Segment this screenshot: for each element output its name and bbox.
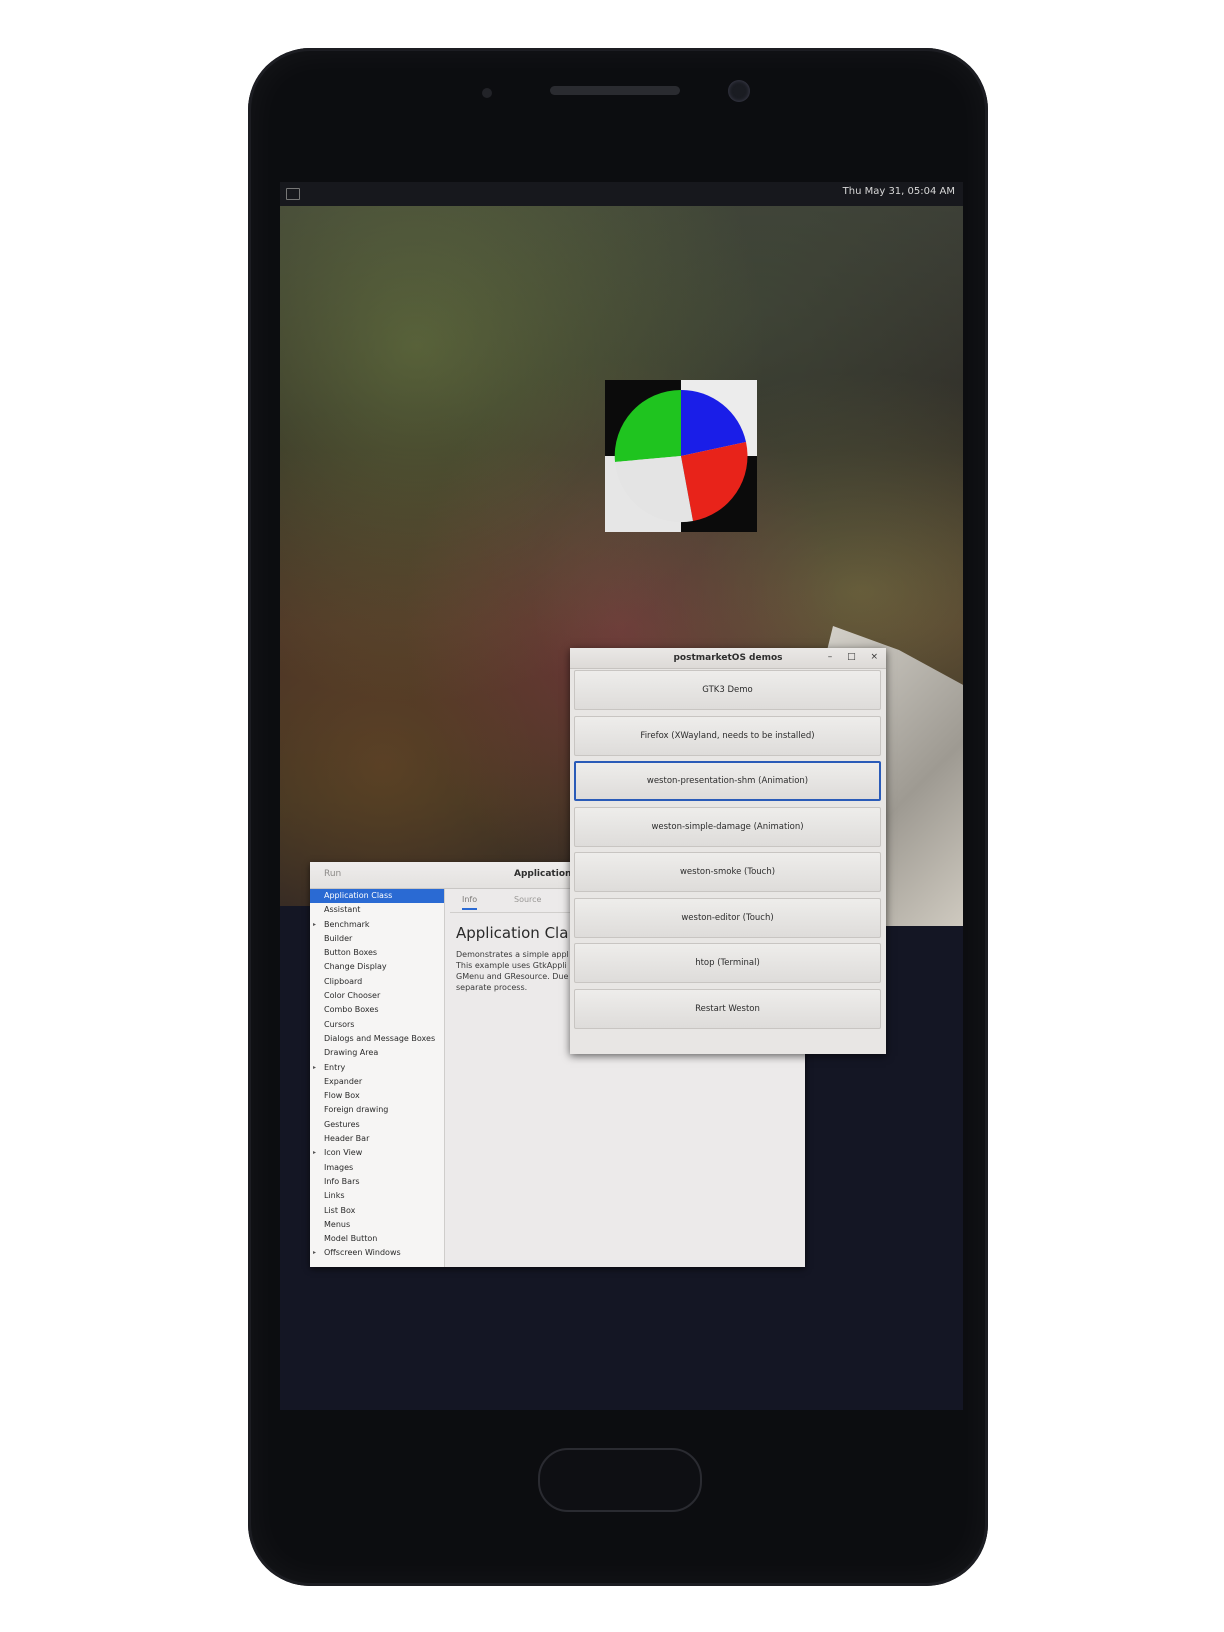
- expand-arrow-icon[interactable]: ▸: [313, 1246, 316, 1260]
- sidebar-item-label: Button Boxes: [324, 948, 378, 958]
- run-button[interactable]: Run: [324, 869, 341, 879]
- sidebar-item-label: Links: [324, 1191, 345, 1201]
- sidebar-item[interactable]: Flow Box: [310, 1089, 444, 1103]
- demo-launch-button[interactable]: htop (Terminal): [574, 943, 881, 983]
- sidebar-item[interactable]: Assistant: [310, 903, 444, 917]
- animation-window[interactable]: [605, 380, 757, 532]
- sidebar-item-label: Icon View: [324, 1148, 363, 1158]
- earpiece-speaker: [550, 86, 680, 95]
- sidebar-item[interactable]: Clipboard: [310, 975, 444, 989]
- demo-launch-button[interactable]: weston-presentation-shm (Animation): [574, 761, 881, 801]
- sidebar-item[interactable]: Gestures: [310, 1118, 444, 1132]
- sidebar-item[interactable]: Drawing Area: [310, 1046, 444, 1060]
- home-button[interactable]: [538, 1448, 702, 1512]
- launcher-icon[interactable]: [286, 188, 300, 200]
- sidebar-item-label: Info Bars: [324, 1176, 360, 1186]
- screen: Thu May 31, 05:04 AM Run Application App…: [280, 182, 963, 1410]
- gtk-window-title: Application: [514, 869, 572, 879]
- expand-arrow-icon[interactable]: ▸: [313, 1061, 316, 1075]
- demo-list-sidebar[interactable]: Application Class Assistant ▸ Benchmark Buil…: [310, 889, 445, 1267]
- sidebar-item[interactable]: Combo Boxes: [310, 1003, 444, 1017]
- sidebar-item-label: Change Display: [324, 962, 387, 972]
- sidebar-item[interactable]: Info Bars: [310, 1175, 444, 1189]
- sidebar-item[interactable]: Foreign drawing: [310, 1103, 444, 1117]
- demo-launch-button[interactable]: weston-editor (Touch): [574, 897, 881, 938]
- status-bar: Thu May 31, 05:04 AM: [280, 182, 963, 206]
- sidebar-item-label: Expander: [324, 1076, 363, 1086]
- sidebar-item[interactable]: Links: [310, 1189, 444, 1203]
- sidebar-item[interactable]: ▸ Entry: [310, 1061, 444, 1075]
- sidebar-item[interactable]: Builder: [310, 932, 444, 946]
- sidebar-item[interactable]: Dialogs and Message Boxes: [310, 1032, 444, 1046]
- sidebar-item-label: Model Button: [324, 1234, 378, 1244]
- sidebar-item-label: Builder: [324, 933, 353, 943]
- sidebar-item-label: Menus: [324, 1219, 351, 1229]
- sidebar-item-label: Header Bar: [324, 1134, 370, 1144]
- sidebar-item[interactable]: Model Button: [310, 1232, 444, 1246]
- sidebar-item[interactable]: ▸ Offscreen Windows: [310, 1246, 444, 1260]
- pie-slice-white: [615, 456, 693, 523]
- expand-arrow-icon[interactable]: ▸: [313, 1146, 316, 1160]
- sidebar-item[interactable]: Images: [310, 1161, 444, 1175]
- sidebar-item[interactable]: Application Class: [310, 889, 444, 904]
- close-icon[interactable]: ×: [870, 652, 878, 662]
- demo-launch-button[interactable]: weston-smoke (Touch): [574, 852, 881, 892]
- demo-launch-button[interactable]: Firefox (XWayland, needs to be installed…: [574, 715, 881, 756]
- sidebar-item[interactable]: List Box: [310, 1204, 444, 1218]
- sidebar-item-label: Gestures: [324, 1119, 360, 1129]
- clock: Thu May 31, 05:04 AM: [842, 186, 955, 197]
- sidebar-item[interactable]: ▸ Benchmark: [310, 918, 444, 932]
- sidebar-item-label: Clipboard: [324, 976, 363, 986]
- sidebar-item-label: Cursors: [324, 1019, 355, 1029]
- window-controls: – □ ×: [816, 652, 878, 662]
- sidebar-item-label: Entry: [324, 1062, 346, 1072]
- sidebar-item-label: Flow Box: [324, 1091, 360, 1101]
- pie-slice-green: [614, 389, 681, 462]
- tab-source[interactable]: Source: [514, 895, 541, 904]
- demo-launch-button[interactable]: weston-simple-damage (Animation): [574, 806, 881, 847]
- sidebar-item-label: Drawing Area: [324, 1048, 379, 1058]
- sidebar-item-label: List Box: [324, 1205, 356, 1215]
- sidebar-item-label: Benchmark: [324, 919, 370, 929]
- sidebar-item[interactable]: Expander: [310, 1075, 444, 1089]
- demo-launch-button[interactable]: GTK3 Demo: [574, 670, 881, 710]
- sidebar-item[interactable]: Change Display: [310, 960, 444, 974]
- pie-graphic: [614, 389, 748, 523]
- sidebar-item-label: Application Class: [324, 891, 393, 900]
- minimize-icon[interactable]: –: [828, 652, 833, 662]
- sidebar-item-label: Dialogs and Message Boxes: [324, 1033, 436, 1043]
- front-camera: [728, 80, 750, 102]
- demo-launch-button[interactable]: Restart Weston: [574, 988, 881, 1029]
- sidebar-item[interactable]: Color Chooser: [310, 989, 444, 1003]
- sidebar-item-label: Color Chooser: [324, 991, 381, 1001]
- proximity-sensor: [482, 88, 492, 98]
- sidebar-item[interactable]: Header Bar: [310, 1132, 444, 1146]
- sidebar-item[interactable]: Button Boxes: [310, 946, 444, 960]
- sidebar-item[interactable]: Cursors: [310, 1018, 444, 1032]
- sidebar-item[interactable]: ▸ Icon View: [310, 1146, 444, 1160]
- sidebar-item-label: Assistant: [324, 905, 361, 915]
- sidebar-item-label: Combo Boxes: [324, 1005, 379, 1015]
- sidebar-item-label: Offscreen Windows: [324, 1248, 401, 1258]
- postmarketos-demos-window: postmarketOS demos – □ × GTK3 Demo Firefo…: [570, 648, 886, 1054]
- sidebar-item[interactable]: Menus: [310, 1218, 444, 1232]
- maximize-icon[interactable]: □: [847, 652, 856, 662]
- expand-arrow-icon[interactable]: ▸: [313, 918, 316, 932]
- tab-info[interactable]: Info: [462, 895, 478, 910]
- sidebar-item-label: Foreign drawing: [324, 1105, 389, 1115]
- pm-title-bar: postmarketOS demos – □ ×: [570, 648, 886, 669]
- sidebar-item-label: Images: [324, 1162, 354, 1172]
